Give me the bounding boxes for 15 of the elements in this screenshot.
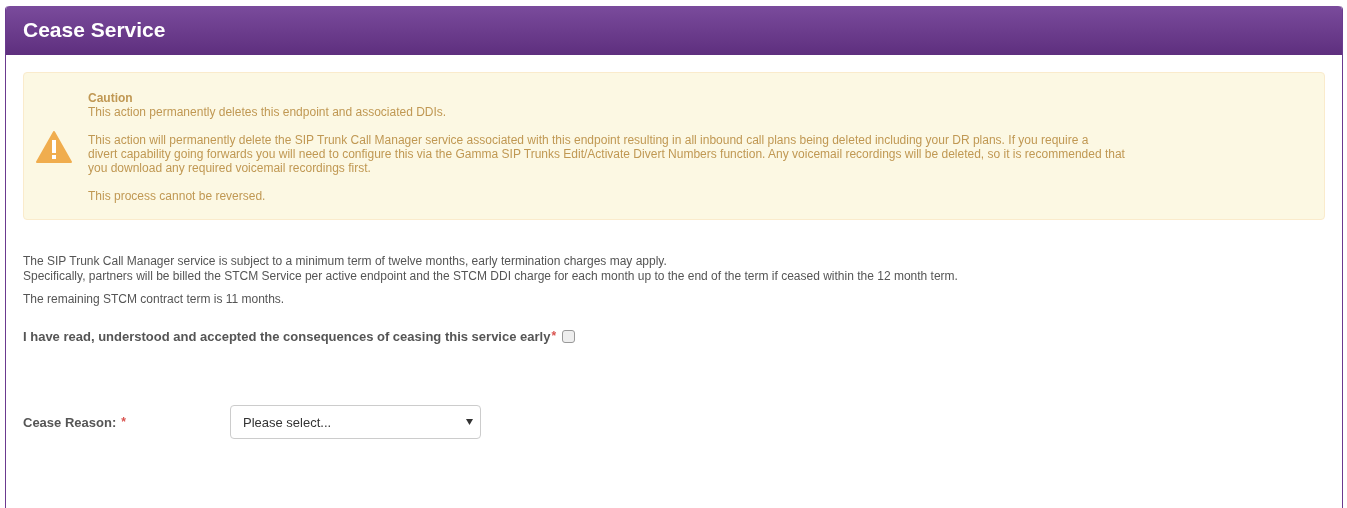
caution-details: This action will permanently delete the SIP Trunk Call Manager service associated with this endpoint resulting in all inbound call plans being deleted including your DR plans. If you require a divert capability going forwards you will need to configure this via the Gamma SIP Trunks Edit/Activate Divert Numbers function. Any voicemail recordings will be deleted, so it is recommended that you download any required voicemail recordings first. <box>88 133 1125 175</box>
warning-icon <box>36 131 72 163</box>
caution-summary: This action permanently deletes this endpoint and associated DDIs. <box>88 105 448 119</box>
cease-reason-select[interactable]: Please select... <box>230 405 481 439</box>
caution-heading: Caution <box>88 91 134 105</box>
terms-paragraph: The SIP Trunk Call Manager service is subject to a minimum term of twelve months, early termination charges may apply. Specifically, partners will be billed the STCM Service per active endpoint and the STCM DDI charge for each month up to the end of the term if ceased within the 12 month term. <box>23 254 959 284</box>
acknowledge-label: I have read, understood and accepted the consequences of ceasing this service early <box>23 329 551 344</box>
caution-note: This process cannot be reversed. <box>88 189 267 203</box>
panel-title: Cease Service <box>6 6 1342 55</box>
required-mark: * <box>121 414 126 429</box>
required-mark: * <box>551 329 557 343</box>
cease-reason-label: Cease Reason: <box>23 414 117 430</box>
acknowledge-checkbox[interactable] <box>562 330 576 343</box>
caret-icon <box>466 419 473 425</box>
remaining-term-text: The remaining STCM contract term is 11 months. <box>23 292 286 307</box>
